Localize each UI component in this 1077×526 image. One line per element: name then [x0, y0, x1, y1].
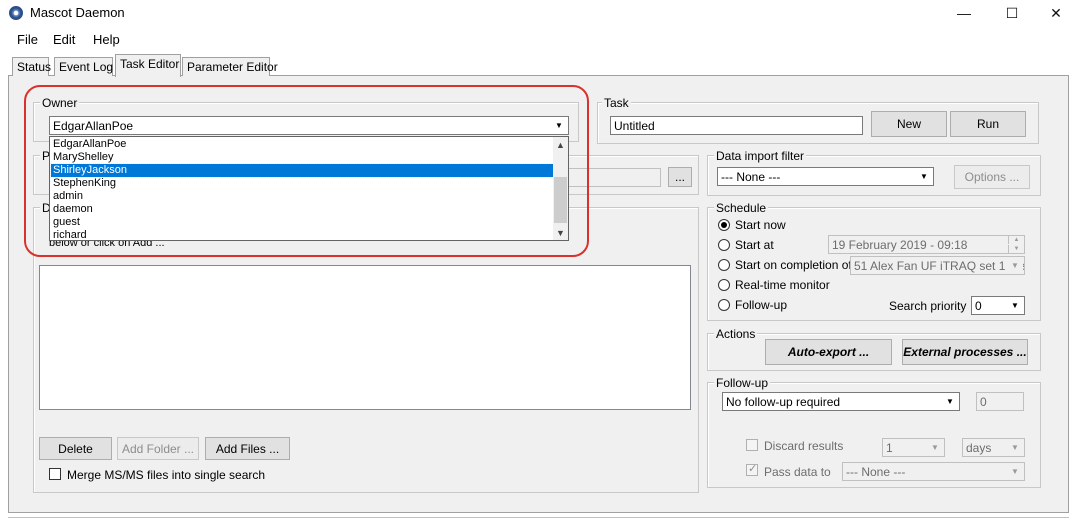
delete-button[interactable]: Delete — [39, 437, 112, 460]
task-name-input[interactable]: Untitled — [610, 116, 863, 135]
followup-label: Follow-up — [714, 376, 771, 390]
import-options-button[interactable]: Options ... — [954, 165, 1030, 189]
pass-target-select[interactable]: --- None --- ▼ — [842, 462, 1025, 481]
owner-option-guest[interactable]: guest — [51, 216, 553, 229]
scroll-down-icon[interactable]: ▼ — [553, 225, 568, 240]
app-icon — [9, 6, 23, 20]
chevron-down-icon[interactable]: ▼ — [942, 394, 958, 409]
completion-task-value: 51 Alex Fan UF iTRAQ set 1 mer — [854, 259, 1025, 273]
owner-option-maryshelley[interactable]: MaryShelley — [51, 151, 553, 164]
actions-label: Actions — [714, 327, 758, 341]
discard-results-checkbox[interactable] — [746, 439, 758, 451]
owner-list-scrollbar[interactable]: ▲ ▼ — [553, 137, 568, 240]
search-priority-select[interactable]: 0 ▼ — [971, 296, 1025, 315]
import-filter-select[interactable]: --- None --- ▼ — [717, 167, 934, 186]
owner-option-edgarallanpoe[interactable]: EdgarAllanPoe — [51, 138, 553, 151]
start-at-label: Start at — [735, 238, 774, 252]
owner-option-stephenking[interactable]: StephenKing — [51, 177, 553, 190]
discard-value-select[interactable]: 1 ▼ — [882, 438, 945, 457]
start-now-label: Start now — [735, 218, 786, 232]
chevron-down-icon[interactable]: ▼ — [1007, 258, 1023, 273]
maximize-button[interactable]: ☐ — [989, 0, 1035, 26]
followup-radio[interactable] — [718, 299, 730, 311]
run-task-button[interactable]: Run — [950, 111, 1026, 137]
pass-target-value: --- None --- — [846, 465, 906, 479]
owner-option-admin[interactable]: admin — [51, 190, 553, 203]
owner-select[interactable]: EdgarAllanPoe ▼ — [49, 116, 569, 135]
import-filter-label: Data import filter — [714, 149, 807, 163]
followup-value: No follow-up required — [726, 395, 841, 409]
menu-edit[interactable]: Edit — [53, 32, 75, 47]
external-processes-button[interactable]: External processes ... — [902, 339, 1028, 365]
schedule-label: Schedule — [714, 201, 769, 215]
owner-option-richard[interactable]: richard — [51, 229, 553, 242]
scroll-thumb[interactable] — [554, 177, 567, 223]
pass-data-checkbox[interactable] — [746, 462, 758, 476]
realtime-monitor-label: Real-time monitor — [735, 278, 830, 292]
search-priority-value: 0 — [975, 299, 982, 313]
start-on-completion-label: Start on completion of — [735, 258, 852, 272]
chevron-down-icon[interactable]: ▼ — [551, 118, 567, 133]
discard-unit: days — [966, 441, 992, 455]
completion-task-select[interactable]: 51 Alex Fan UF iTRAQ set 1 mer ▼ — [850, 256, 1025, 275]
data-files-list[interactable] — [39, 265, 691, 410]
start-at-value: 19 February 2019 - 09:18 — [832, 238, 968, 252]
tab-task-editor[interactable]: Task Editor — [115, 54, 181, 77]
minimize-button[interactable]: — — [941, 0, 987, 26]
close-button[interactable]: ✕ — [1033, 0, 1077, 26]
owner-option-daemon[interactable]: daemon — [51, 203, 553, 216]
pass-data-label: Pass data to — [764, 465, 831, 479]
menu-file[interactable]: File — [17, 32, 38, 47]
chevron-down-icon[interactable]: ▼ — [927, 440, 943, 455]
tab-event-log[interactable]: Event Log — [54, 57, 113, 76]
new-task-button[interactable]: New — [871, 111, 947, 137]
tab-status[interactable]: Status — [12, 57, 51, 76]
start-at-datetime[interactable]: 19 February 2019 - 09:18 ▲ ▼ — [828, 235, 1025, 254]
browse-parameter-button[interactable]: ... — [668, 167, 692, 187]
title-bar — [0, 0, 1077, 26]
spin-down-icon[interactable]: ▼ — [1008, 245, 1024, 253]
start-now-radio[interactable] — [718, 219, 730, 231]
followup-select[interactable]: No follow-up required ▼ — [722, 392, 960, 411]
import-filter-value: --- None --- — [721, 170, 781, 184]
discard-value: 1 — [886, 441, 893, 455]
task-label: Task — [602, 96, 631, 110]
owner-label: Owner — [40, 96, 80, 110]
chevron-down-icon[interactable]: ▼ — [1007, 298, 1023, 313]
tab-parameter-editor[interactable]: Parameter Editor — [182, 57, 278, 76]
search-priority-label: Search priority — [889, 299, 967, 313]
add-files-button[interactable]: Add Files ... — [205, 437, 290, 460]
spin-up-icon[interactable]: ▲ — [1008, 236, 1024, 244]
owner-selected-value: EdgarAllanPoe — [53, 119, 134, 133]
followup-schedule-label: Follow-up — [735, 298, 788, 312]
realtime-monitor-radio[interactable] — [718, 279, 730, 291]
merge-label: Merge MS/MS files into single search — [67, 468, 266, 482]
followup-number-input[interactable]: 0 — [976, 392, 1024, 411]
owner-dropdown-list[interactable]: EdgarAllanPoe MaryShelley ShirleyJackson… — [49, 136, 569, 241]
add-folder-button[interactable]: Add Folder ... — [117, 437, 199, 460]
chevron-down-icon[interactable]: ▼ — [1007, 464, 1023, 479]
menu-help[interactable]: Help — [93, 32, 120, 47]
start-at-radio[interactable] — [718, 239, 730, 251]
scroll-up-icon[interactable]: ▲ — [553, 137, 568, 152]
auto-export-button[interactable]: Auto-export ... — [765, 339, 892, 365]
chevron-down-icon[interactable]: ▼ — [1007, 440, 1023, 455]
window-title: Mascot Daemon — [30, 5, 125, 20]
chevron-down-icon[interactable]: ▼ — [916, 169, 932, 184]
status-divider — [8, 517, 1069, 518]
discard-unit-select[interactable]: days ▼ — [962, 438, 1025, 457]
start-on-completion-radio[interactable] — [718, 259, 730, 271]
merge-checkbox[interactable] — [49, 468, 61, 480]
discard-results-label: Discard results — [764, 439, 844, 453]
owner-option-shirleyjackson[interactable]: ShirleyJackson — [50, 163, 554, 178]
